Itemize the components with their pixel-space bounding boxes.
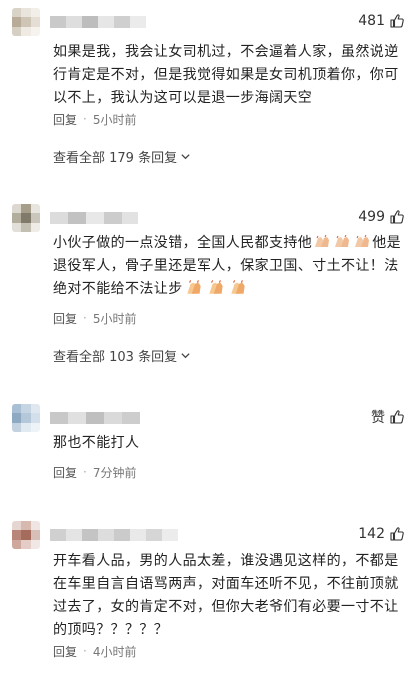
thumbs-up-icon — [390, 410, 404, 424]
avatar[interactable] — [12, 8, 40, 36]
like-button[interactable]: 481 — [358, 11, 405, 31]
reply-button[interactable]: 回复 — [53, 111, 77, 128]
separator-dot: · — [83, 644, 87, 658]
view-all-replies-button[interactable]: 查看全部 179 条回复 — [53, 147, 191, 166]
comment-meta: 回复 · 7分钟前 — [53, 464, 136, 480]
comment-text: 如果是我，我会让女司机过，不会逼着人家，虽然说逆行肯定是不对，但是我觉得如果是女… — [53, 44, 399, 106]
comment-text: 开车看人品，男的人品太差，谁没遇见这样的，不都是在车里自言自语骂两声，对面车还听… — [53, 553, 399, 638]
avatar[interactable] — [12, 404, 40, 432]
like-button[interactable]: 499 — [358, 207, 405, 227]
timestamp: 4小时前 — [92, 644, 137, 659]
like-count: 142 — [358, 526, 385, 542]
emoji-group — [183, 280, 249, 297]
comment-meta: 回复 · 5小时前 — [53, 111, 136, 127]
avatar[interactable] — [12, 204, 40, 232]
chevron-down-icon — [181, 153, 190, 159]
reply-button[interactable]: 回复 — [53, 464, 77, 481]
comment-meta: 回复 · 4小时前 — [53, 643, 136, 659]
clapping-hands-emoji — [186, 280, 201, 294]
like-count: 499 — [358, 209, 385, 225]
separator-dot: · — [83, 311, 87, 325]
clapping-hands-emoji — [355, 235, 370, 247]
clapping-hands-emoji — [315, 235, 330, 247]
thumbs-up-icon — [390, 527, 404, 541]
thumbs-up-icon — [390, 14, 404, 28]
timestamp: 7分钟前 — [92, 465, 137, 480]
clapping-hands-emoji — [230, 280, 245, 294]
clapping-hands-emoji — [335, 235, 350, 247]
reply-button[interactable]: 回复 — [53, 310, 77, 327]
view-all-replies-label: 查看全部 179 条回复 — [53, 150, 178, 166]
view-all-replies-button[interactable]: 查看全部 103 条回复 — [53, 346, 191, 365]
timestamp: 5小时前 — [92, 112, 137, 127]
separator-dot: · — [83, 112, 87, 126]
comment-text-part: 小伙子做的一点没错，全国人民都支持他 — [53, 235, 313, 251]
separator-dot: · — [83, 465, 87, 479]
comment-text: 小伙子做的一点没错，全国人民都支持他 他是退役军人，骨子里还是军人，保家卫国、寸土… — [53, 232, 403, 301]
comment-text: 那也不能打人 — [53, 435, 140, 451]
view-all-replies-label: 查看全部 103 条回复 — [53, 349, 178, 365]
comment-meta: 回复 · 5小时前 — [53, 310, 136, 326]
like-label: 赞 — [371, 410, 385, 426]
timestamp: 5小时前 — [92, 311, 137, 326]
clapping-hands-emoji — [208, 280, 223, 294]
like-button[interactable]: 142 — [358, 524, 405, 544]
chevron-down-icon — [181, 352, 190, 358]
thumbs-up-icon — [390, 210, 404, 224]
emoji-group — [312, 235, 372, 251]
avatar[interactable] — [12, 521, 40, 549]
reply-button[interactable]: 回复 — [53, 643, 77, 660]
like-button[interactable]: 赞 — [371, 407, 405, 427]
like-count: 481 — [358, 13, 385, 29]
